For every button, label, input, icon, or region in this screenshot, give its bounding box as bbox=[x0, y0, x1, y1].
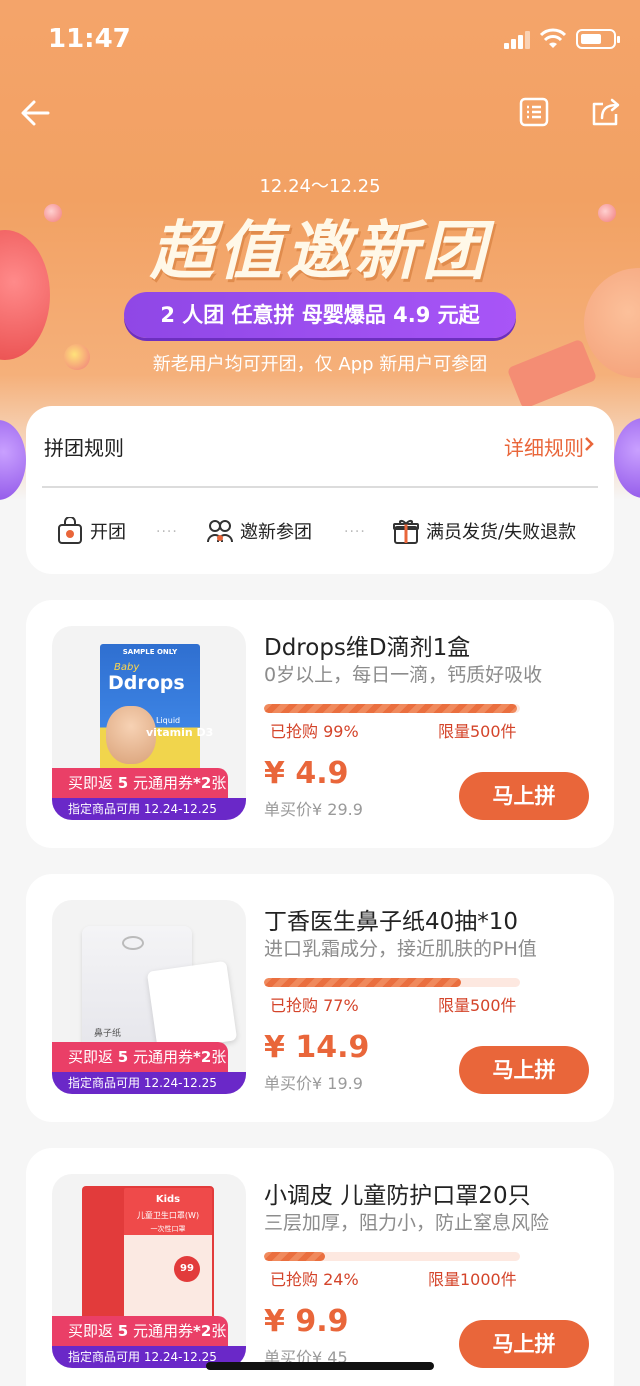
limit-qty: 限量1000件 bbox=[428, 1270, 517, 1289]
coupon-count: *2 bbox=[193, 774, 212, 792]
join-group-button[interactable]: 马上拼 bbox=[459, 1046, 589, 1094]
sold-progress-fill bbox=[264, 978, 462, 987]
pack-brand: Kids bbox=[155, 1194, 181, 1205]
coupon-text: 元通用券 bbox=[128, 1048, 193, 1066]
divider bbox=[42, 486, 598, 488]
users-icon bbox=[207, 520, 233, 543]
coupon-text: 元通用券 bbox=[128, 774, 193, 792]
wifi-icon bbox=[540, 28, 566, 48]
share-icon[interactable] bbox=[590, 96, 622, 128]
coupon-count: *2 bbox=[193, 1322, 212, 1340]
coupon-badge: 买即返 5 元通用券*2张 bbox=[52, 1316, 228, 1346]
signal-icon bbox=[504, 31, 532, 49]
product-desc: 0岁以上，每日一滴，钙质好吸收 bbox=[264, 664, 543, 686]
coupon-note: 指定商品可用 12.24-12.25 bbox=[52, 798, 246, 820]
pack-label: 鼻子纸 bbox=[94, 1029, 122, 1039]
coupon-text: 买即返 bbox=[68, 774, 118, 792]
coupon-amount: 5 bbox=[117, 1048, 129, 1066]
coupon-amount: 5 bbox=[117, 774, 129, 792]
product-name[interactable]: Ddrops维D滴剂1盒 bbox=[264, 628, 470, 662]
coupon-text: 元通用券 bbox=[128, 1322, 193, 1340]
product-card[interactable]: SAMPLE ONLY Baby Ddrops Liquid vitamin D… bbox=[26, 600, 614, 848]
product-card[interactable]: 鼻子纸 买即返 5 元通用券*2张 指定商品可用 12.24-12.25 丁香医… bbox=[26, 874, 614, 1122]
limit-qty: 限量500件 bbox=[438, 996, 517, 1015]
box-vitamin: vitamin D3 bbox=[146, 726, 214, 739]
event-banner-pill: 2 人团 任意拼 母婴爆品 4.9 元起 bbox=[124, 292, 516, 338]
shopping-bag-icon bbox=[58, 517, 82, 544]
rules-card: 拼团规则 详细规则 开团 ···· 邀新参团 ···· 满员发货/失败退款 bbox=[26, 406, 614, 574]
join-group-button[interactable]: 马上拼 bbox=[459, 1320, 589, 1368]
tissue-sheet bbox=[146, 960, 238, 1052]
coupon-badge: 买即返 5 元通用券*2张 bbox=[52, 1042, 228, 1072]
pack-badge: 99 bbox=[174, 1256, 200, 1282]
coupon-note: 指定商品可用 12.24-12.25 bbox=[52, 1072, 246, 1094]
pack-sub: 一次性口罩 bbox=[150, 1225, 186, 1233]
event-title: 超值邀新团 bbox=[150, 215, 490, 289]
sold-percent: 已抢购 77% bbox=[270, 996, 359, 1015]
rule-step-label: 邀新参团 bbox=[240, 522, 312, 543]
gift-icon bbox=[393, 520, 419, 544]
coupon-count: *2 bbox=[193, 1048, 212, 1066]
rule-step-open: 开团 bbox=[56, 516, 126, 546]
rule-step-invite: 邀新参团 bbox=[206, 516, 312, 546]
rule-step-label: 满员发货/失败退款 bbox=[426, 522, 577, 543]
product-desc: 三层加厚，阻力小，防止窒息风险 bbox=[264, 1212, 550, 1234]
coupon-text: 买即返 bbox=[68, 1322, 118, 1340]
product-name[interactable]: 丁香医生鼻子纸40抽*10 bbox=[264, 902, 518, 936]
chevron-right-icon[interactable] bbox=[582, 437, 596, 451]
back-arrow-icon[interactable] bbox=[18, 96, 52, 130]
limit-qty: 限量500件 bbox=[438, 722, 517, 741]
join-group-button[interactable]: 马上拼 bbox=[459, 772, 589, 820]
status-bar: 11:47 bbox=[0, 0, 640, 80]
sold-progress-fill bbox=[264, 704, 518, 713]
event-subtitle: 新老用户均可开团，仅 App 新用户可参团 bbox=[152, 354, 488, 375]
step-dots: ···· bbox=[156, 524, 178, 540]
product-card[interactable]: Kids 儿童卫生口罩(W) 一次性口罩 99 买即返 5 元通用券*2张 指定… bbox=[26, 1148, 614, 1386]
group-price: ¥ 14.9 bbox=[264, 1030, 370, 1065]
sold-percent: 已抢购 99% bbox=[270, 722, 359, 741]
product-image[interactable]: 鼻子纸 买即返 5 元通用券*2张 指定商品可用 12.24-12.25 bbox=[52, 900, 246, 1094]
coupon-amount: 5 bbox=[117, 1322, 129, 1340]
box-liquid: Liquid bbox=[156, 716, 181, 725]
sold-progress-bar bbox=[264, 704, 520, 713]
decor-ball bbox=[614, 418, 640, 498]
coupon-text: 张 bbox=[211, 774, 227, 792]
coupon-text: 张 bbox=[211, 1048, 227, 1066]
product-image[interactable]: Kids 儿童卫生口罩(W) 一次性口罩 99 买即返 5 元通用券*2张 指定… bbox=[52, 1174, 246, 1368]
box-brand: Ddrops bbox=[108, 672, 185, 694]
pack-handle bbox=[122, 936, 144, 950]
list-icon[interactable] bbox=[518, 96, 550, 128]
rules-title: 拼团规则 bbox=[44, 436, 124, 460]
sold-progress-bar bbox=[264, 978, 520, 987]
rule-step-label: 开团 bbox=[90, 522, 126, 543]
decor-ball bbox=[0, 420, 26, 500]
battery-icon bbox=[576, 29, 620, 49]
product-image[interactable]: SAMPLE ONLY Baby Ddrops Liquid vitamin D… bbox=[52, 626, 246, 820]
coupon-text: 买即返 bbox=[68, 1048, 118, 1066]
home-indicator[interactable] bbox=[206, 1362, 434, 1370]
pack-label: 儿童卫生口罩(W) bbox=[136, 1211, 200, 1220]
single-price: 单买价¥ 19.9 bbox=[264, 1074, 363, 1093]
coupon-badge: 买即返 5 元通用券*2张 bbox=[52, 768, 228, 798]
sold-progress-bar bbox=[264, 1252, 520, 1261]
box-top-text: SAMPLE ONLY bbox=[122, 648, 178, 656]
group-price: ¥ 9.9 bbox=[264, 1304, 349, 1339]
coupon-text: 张 bbox=[211, 1322, 227, 1340]
product-desc: 进口乳霜成分，接近肌肤的PH值 bbox=[264, 938, 537, 960]
product-name[interactable]: 小调皮 儿童防护口罩20只 bbox=[264, 1176, 531, 1210]
single-price: 单买价¥ 29.9 bbox=[264, 800, 363, 819]
rule-step-ship: 满员发货/失败退款 bbox=[392, 516, 576, 546]
sold-progress-fill bbox=[264, 1252, 326, 1261]
rules-detail-link[interactable]: 详细规则 bbox=[504, 432, 584, 461]
step-dots: ···· bbox=[344, 524, 366, 540]
status-time: 11:47 bbox=[48, 24, 131, 54]
sold-percent: 已抢购 24% bbox=[270, 1270, 359, 1289]
group-price: ¥ 4.9 bbox=[264, 756, 349, 791]
event-date: 12.24～12.25 bbox=[259, 176, 381, 197]
